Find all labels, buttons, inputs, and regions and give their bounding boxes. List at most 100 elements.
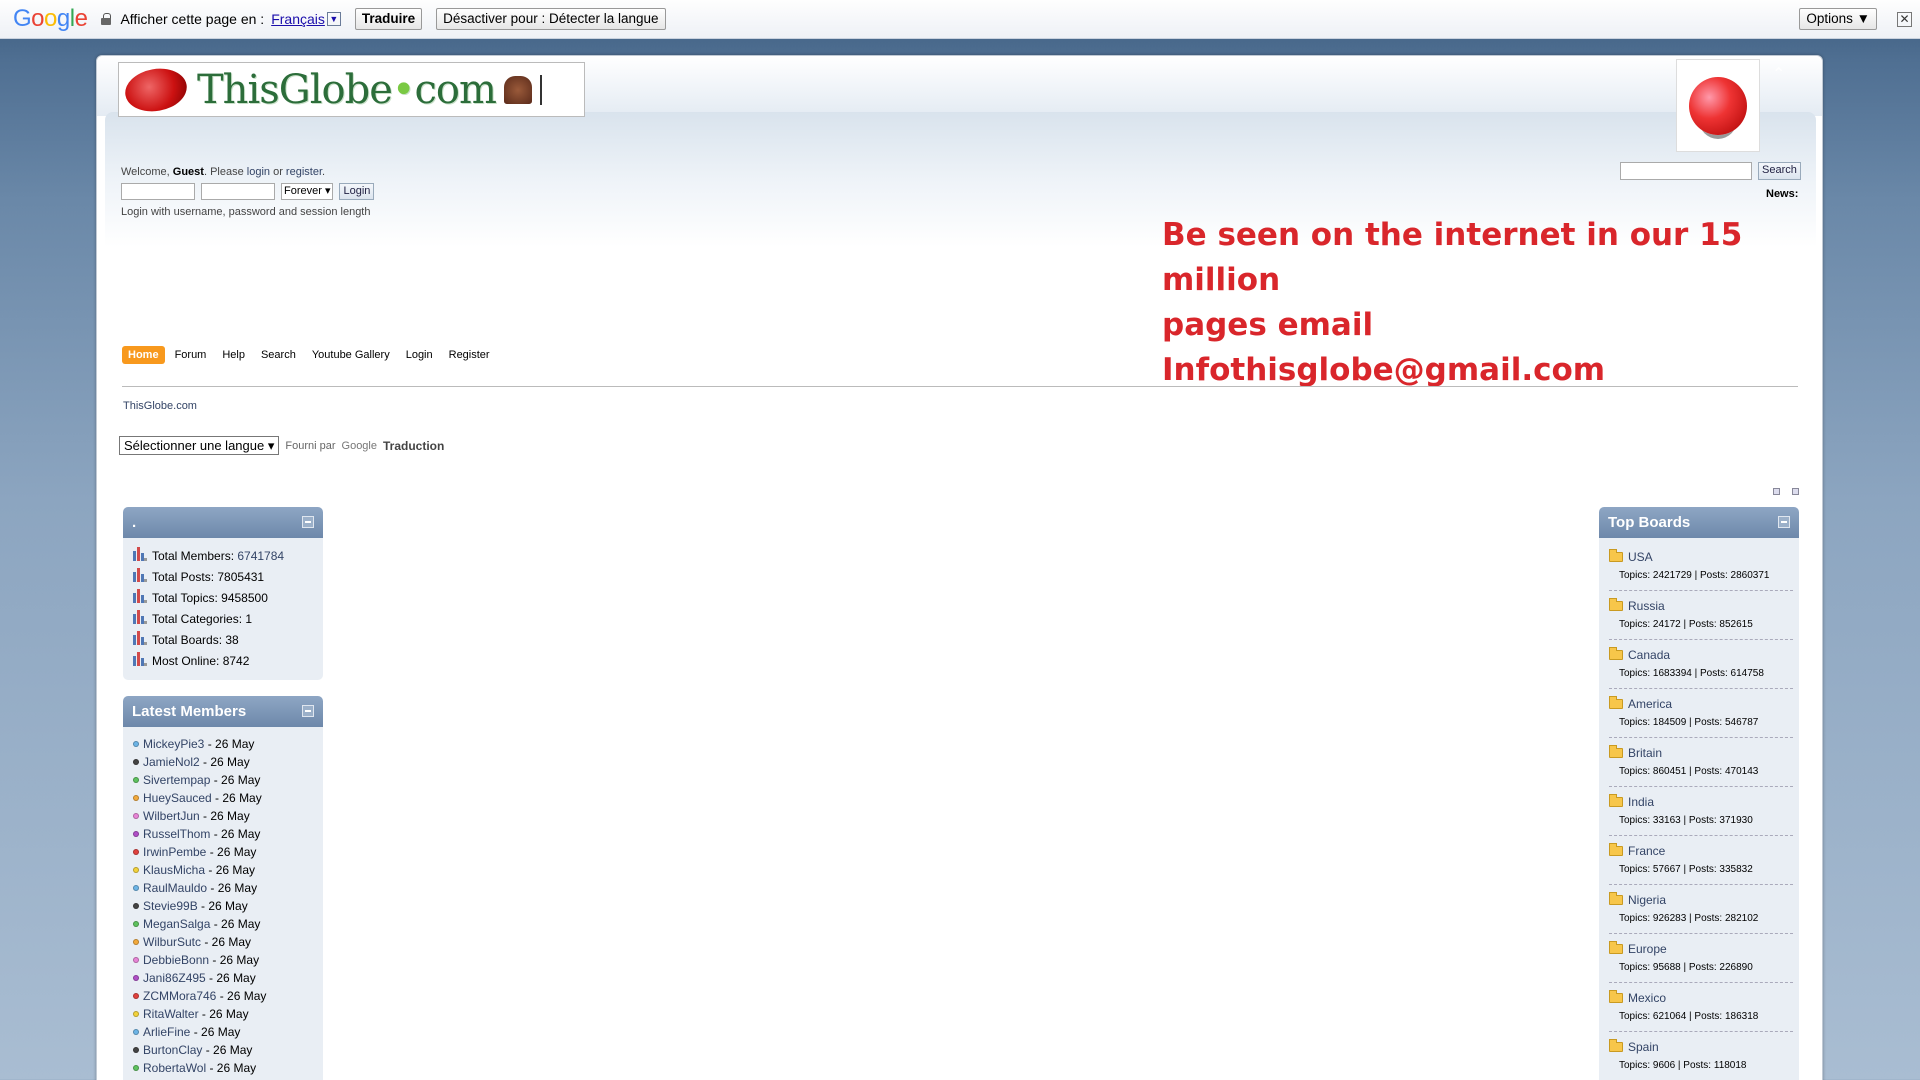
menu-home[interactable]: Home bbox=[122, 346, 165, 364]
collapse-header-icon[interactable]: ⌃ bbox=[1772, 64, 1785, 84]
member-link[interactable]: Sivertempap bbox=[143, 771, 210, 789]
main-menu: Home Forum Help Search Youtube Gallery L… bbox=[122, 346, 496, 364]
member-date: - 26 May bbox=[201, 935, 252, 949]
session-length-select[interactable]: Forever ▾ bbox=[281, 183, 334, 200]
member-link[interactable]: RitaWalter bbox=[143, 1005, 199, 1023]
divider bbox=[122, 386, 1798, 387]
translate-label[interactable]: Traduction bbox=[383, 439, 444, 453]
stat-value: 9458500 bbox=[221, 591, 268, 605]
member-link[interactable]: Jani86Z495 bbox=[143, 969, 206, 987]
welcome-text: Welcome, Guest. Please login or register… bbox=[121, 166, 326, 178]
member-item: BurtonClay - 26 May bbox=[133, 1041, 313, 1059]
translate-button[interactable]: Traduire bbox=[354, 8, 423, 30]
top-boards-block: Top Boards USA Topics: 2421729 | Posts: 2… bbox=[1599, 507, 1799, 1080]
member-link[interactable]: Stevie99B bbox=[143, 897, 198, 915]
member-date: - 26 May bbox=[209, 953, 260, 967]
folder-icon bbox=[1609, 598, 1623, 611]
menu-forum[interactable]: Forum bbox=[169, 347, 213, 363]
board-link[interactable]: Spain bbox=[1628, 1040, 1659, 1054]
member-link[interactable]: RobertaWol bbox=[143, 1059, 206, 1077]
menu-register[interactable]: Register bbox=[443, 347, 496, 363]
board-link[interactable]: Mexico bbox=[1628, 991, 1666, 1005]
member-link[interactable]: MickeyPie3 bbox=[143, 735, 204, 753]
stamp-icon bbox=[503, 75, 532, 104]
options-button[interactable]: Options ▼ bbox=[1799, 8, 1877, 30]
member-link[interactable]: IrwinPembe bbox=[143, 843, 206, 861]
member-date: - 26 May bbox=[199, 755, 250, 769]
microphone-icon bbox=[539, 74, 548, 105]
member-link[interactable]: BurtonClay bbox=[143, 1041, 202, 1059]
member-link[interactable]: DebbieBonn bbox=[143, 951, 209, 969]
language-select[interactable]: Sélectionner une langue ▾ bbox=[119, 436, 280, 455]
member-link[interactable]: ZCMMora746 bbox=[143, 987, 216, 1005]
username-input[interactable] bbox=[121, 183, 195, 200]
member-link[interactable]: JamieNol2 bbox=[143, 753, 200, 771]
stat-value: 7805431 bbox=[217, 570, 265, 584]
board-link[interactable]: India bbox=[1628, 795, 1654, 809]
member-link[interactable]: KlausMicha bbox=[143, 861, 205, 879]
member-item: IrwinPembe - 26 May bbox=[133, 843, 313, 861]
disable-translation-button[interactable]: Désactiver pour : Détecter la langue bbox=[436, 8, 666, 30]
stat-value[interactable]: 6741784 bbox=[237, 546, 284, 567]
register-link[interactable]: register bbox=[286, 166, 322, 178]
stat-value: 38 bbox=[225, 633, 239, 647]
member-dot-icon bbox=[133, 777, 139, 783]
member-dot-icon bbox=[133, 831, 139, 837]
board-stats: Topics: 33163 | Posts: 371930 bbox=[1619, 815, 1753, 826]
board-name-row: Europe bbox=[1609, 939, 1793, 959]
folder-icon bbox=[1609, 745, 1623, 758]
board-link[interactable]: Russia bbox=[1628, 599, 1665, 613]
member-dot-icon bbox=[133, 939, 139, 945]
breadcrumb[interactable]: ThisGlobe.com bbox=[123, 400, 197, 412]
target-language-link[interactable]: Français bbox=[271, 11, 325, 27]
menu-login[interactable]: Login bbox=[400, 347, 439, 363]
menu-help[interactable]: Help bbox=[216, 347, 251, 363]
member-link[interactable]: ArlieFine bbox=[143, 1023, 190, 1041]
board-link[interactable]: Britain bbox=[1628, 746, 1662, 760]
folder-icon bbox=[1609, 843, 1623, 856]
menu-youtube-gallery[interactable]: Youtube Gallery bbox=[306, 347, 396, 363]
board-link[interactable]: France bbox=[1628, 844, 1665, 858]
board-link[interactable]: USA bbox=[1628, 550, 1653, 564]
top-boards-header: Top Boards bbox=[1599, 507, 1799, 538]
close-icon[interactable]: ✕ bbox=[1897, 12, 1912, 27]
search-button[interactable]: Search bbox=[1758, 162, 1801, 180]
search-input[interactable] bbox=[1620, 162, 1752, 180]
member-date: - 26 May bbox=[202, 1043, 253, 1057]
minimize-icon[interactable] bbox=[302, 705, 314, 717]
stats-block: . Total Members: 6741784 Total Posts: 780… bbox=[123, 507, 323, 680]
board-stats: Topics: 9606 | Posts: 118018 bbox=[1619, 1060, 1747, 1071]
password-input[interactable] bbox=[201, 183, 275, 200]
stat-label: Total Members: bbox=[152, 549, 238, 563]
member-date: - 26 May bbox=[207, 881, 258, 895]
member-link[interactable]: RaulMauldo bbox=[143, 879, 207, 897]
member-link[interactable]: WilburSutc bbox=[143, 933, 201, 951]
site-logo[interactable]: ThisGlobe•com bbox=[118, 62, 585, 117]
menu-search[interactable]: Search bbox=[255, 347, 302, 363]
google-small-logo: Google bbox=[341, 439, 377, 452]
stat-label: Total Boards: bbox=[152, 633, 226, 647]
board-stats: Topics: 926283 | Posts: 282102 bbox=[1619, 913, 1759, 924]
collapse-left-icon[interactable] bbox=[1773, 488, 1780, 495]
board-link[interactable]: Nigeria bbox=[1628, 893, 1666, 907]
member-link[interactable]: RusselThom bbox=[143, 825, 210, 843]
latest-members-header: Latest Members bbox=[123, 696, 323, 727]
board-link[interactable]: America bbox=[1628, 697, 1672, 711]
login-link[interactable]: login bbox=[247, 166, 270, 178]
member-link[interactable]: MeganSalga bbox=[143, 915, 210, 933]
board-link[interactable]: Europe bbox=[1628, 942, 1667, 956]
collapse-right-icon[interactable] bbox=[1792, 488, 1799, 495]
board-name-row: France bbox=[1609, 841, 1793, 861]
board-link[interactable]: Canada bbox=[1628, 648, 1670, 662]
stats-header: . bbox=[123, 507, 323, 538]
chevron-down-icon[interactable]: ▼ bbox=[326, 12, 341, 26]
member-date: - 26 May bbox=[205, 863, 256, 877]
minimize-icon[interactable] bbox=[302, 516, 314, 528]
member-link[interactable]: HueySauced bbox=[143, 789, 212, 807]
member-dot-icon bbox=[133, 1065, 139, 1071]
member-link[interactable]: WilbertJun bbox=[143, 807, 200, 825]
login-button[interactable]: Login bbox=[339, 183, 375, 200]
minimize-icon[interactable] bbox=[1778, 516, 1790, 528]
stats-chart-icon bbox=[133, 609, 147, 624]
board-stats: Topics: 2421729 | Posts: 2860371 bbox=[1619, 570, 1770, 581]
